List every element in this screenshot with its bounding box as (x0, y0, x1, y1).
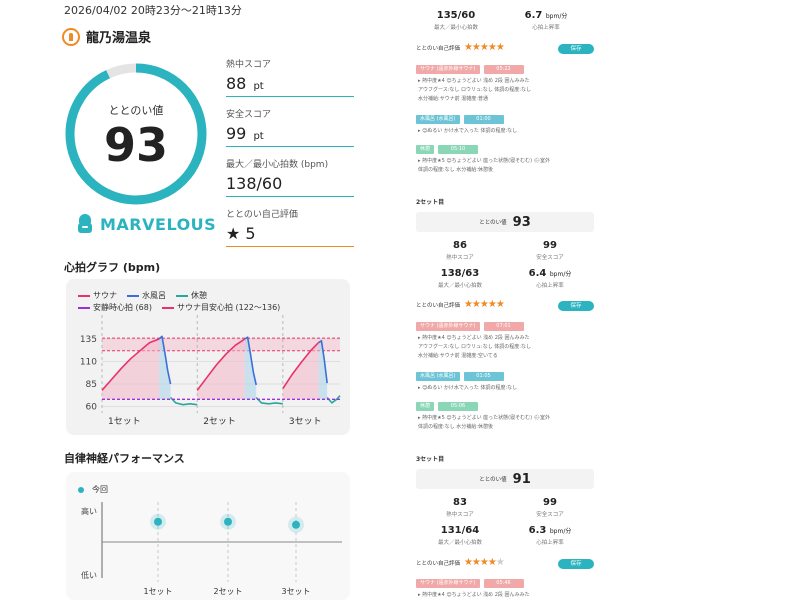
metric-self-rating[interactable]: ととのい自己評価 ★ 5 (226, 207, 354, 247)
location-pin-icon (62, 27, 80, 46)
metric-value: 138/60 (226, 174, 354, 197)
set3-save-button[interactable]: 保存 (558, 559, 594, 569)
star-rating-icon: ★★★★★ (463, 557, 505, 568)
target-band (102, 338, 340, 351)
set2-heat-score: 86 熱中スコア (446, 240, 474, 261)
set1-sauna-tags: ▸ 熱中度★4 😊ちょうどよい 浅め 2段 囲んみみた アウフグース:なし ロウ… (418, 78, 531, 102)
set2-label: 2セット目 (416, 199, 445, 206)
perf-title: 自律神経パフォーマンス (64, 452, 185, 465)
metric-label: ととのい自己評価 (226, 210, 298, 220)
set1-rating: ととのい自己評価 ★★★★★ (416, 42, 505, 53)
set1-phase-sauna[interactable]: サウナ (遠赤外線サウナ) 05:22 (416, 65, 524, 74)
star-rating-icon: ★★★★★ (463, 42, 505, 53)
rank-badge: MARVELOUS (76, 214, 216, 234)
set3-max-min-hr: 131/64 最大／最小心拍数 (437, 525, 482, 546)
metric-label: 安全スコア (226, 110, 272, 120)
set-label: 3セット (289, 416, 322, 427)
set2-totonoi-box: ととのい値 93 (416, 212, 594, 232)
y-tick-label: 135 (80, 335, 97, 345)
rest-line (169, 396, 198, 406)
sauna-hat-icon (76, 214, 94, 234)
set2-phase-water[interactable]: 水風呂 (水風呂) 01:05 (416, 372, 504, 381)
y-tick-label: 85 (86, 380, 97, 390)
category-label: 2セット (213, 587, 242, 596)
set2-rating: ととのい自己評価 ★★★★★ (416, 299, 505, 310)
category-label: 1セット (143, 587, 172, 596)
hr-graph-card: サウナ 水風呂 休憩 安静時心拍 (68) サウナ目安心拍 (122～136) … (66, 279, 350, 435)
perf-point (292, 520, 300, 529)
set3-sauna-tags: ▸ 熱中度★4 😊ちょうどよい 浅め 2段 囲んみみた (418, 592, 530, 598)
set1-phase-rest[interactable]: 休憩 05:10 (416, 145, 479, 154)
metric-value: 99 pt (226, 124, 354, 147)
hr-graph-title: 心拍グラフ (bpm) (64, 261, 161, 274)
metric-value: 88 pt (226, 74, 354, 97)
y-low-label: 低い (81, 570, 97, 580)
set3-safety-score: 99 安全スコア (536, 497, 564, 518)
set1-hr-rise: 6.7 bpm/分 心拍上昇率 (524, 10, 568, 31)
set-label: 1セット (108, 416, 141, 427)
hr-chart: 60 85 110 135 1セット 2セット 3セット (80, 315, 341, 427)
set3-rating: ととのい自己評価 ★★★★★ (416, 557, 505, 568)
set2-sauna-tags: ▸ 熱中度★4 😊ちょうどよい 浅め 2段 囲んみみた アウフグース:なし ロウ… (418, 335, 531, 359)
metric-heat-score: 熱中スコア 88 pt (226, 57, 354, 97)
metric-max-min-hr: 最大／最小心拍数 (bpm) 138/60 (226, 157, 354, 197)
session-datetime: 2026/04/02 20時23分～21時13分 (64, 4, 242, 17)
set3-hr-rise: 6.3 bpm/分 心拍上昇率 (528, 525, 572, 546)
set2-water-tags: ▸ 😊ぬるい かけ水で入った 体調の程度:なし (418, 385, 518, 391)
set2-hr-rise: 6.4 bpm/分 心拍上昇率 (528, 268, 572, 289)
set2-phase-rest[interactable]: 休憩 05:06 (416, 402, 479, 411)
facility-name: 龍乃湯温泉 (86, 31, 152, 46)
set2-rest-tags: ▸ 熱中度★5 😊ちょうどよい 座った状態(寝そむむ) 🌧室外 体調の程度:なし… (418, 415, 550, 430)
facility-row[interactable]: 龍乃湯温泉 (62, 27, 151, 46)
perf-card: 今回 高い 低い 1セット 2セット 3セット (66, 472, 350, 600)
perf-point (154, 517, 162, 526)
set1-rest-tags: ▸ 熱中度★5 😊ちょうどよい 座った状態(寝そむむ) 🌧室外 体調の程度:なし… (418, 158, 550, 173)
set1-water-tags: ▸ 😊ぬるい かけ水で入った 体調の程度:なし (418, 128, 518, 134)
totonoi-gauge: ととのい値 93 (62, 60, 210, 208)
metric-label: 熱中スコア (226, 60, 272, 70)
set1-phase-water[interactable]: 水風呂 (水風呂) 01:00 (416, 115, 504, 124)
y-tick-label: 110 (80, 358, 97, 368)
set2-save-button[interactable]: 保存 (558, 301, 594, 311)
rank-label: MARVELOUS (100, 214, 217, 234)
set3-phase-sauna[interactable]: サウナ (遠赤外線サウナ) 05:46 (416, 579, 524, 588)
set3-totonoi-box: ととのい値 91 (416, 469, 594, 489)
set2-max-min-hr: 138/63 最大／最小心拍数 (437, 268, 482, 289)
set3-heat-score: 83 熱中スコア (446, 497, 474, 518)
set2-safety-score: 99 安全スコア (536, 240, 564, 261)
metric-value: ★ 5 (226, 224, 354, 247)
star-rating-icon: ★★★★★ (463, 299, 505, 310)
metric-label: 最大／最小心拍数 (bpm) (226, 160, 329, 170)
set-detail-list: 135/60 最大／最小心拍数 6.7 bpm/分 心拍上昇率 ととのい自己評価… (412, 0, 596, 600)
set1-save-button[interactable]: 保存 (558, 44, 594, 54)
category-label: 3セット (281, 587, 310, 596)
perf-chart: 高い低い 1セット 2セット 3セット (81, 502, 342, 596)
y-tick-label: 60 (86, 403, 98, 413)
gauge-label: ととのい値 (108, 104, 164, 117)
set3-label: 3セット目 (416, 456, 445, 463)
session-detail-panel: 2026/04/02 20時23分～21時13分 龍乃湯温泉 ととのい値 93 … (0, 0, 400, 600)
set-label: 2セット (203, 416, 236, 427)
perf-point (224, 517, 232, 526)
metric-safety-score: 安全スコア 99 pt (226, 107, 354, 147)
y-high-label: 高い (81, 506, 97, 516)
rest-line (255, 396, 283, 405)
set1-max-min-hr: 135/60 最大／最小心拍数 (433, 10, 478, 31)
set2-phase-sauna[interactable]: サウナ (遠赤外線サウナ) 07:01 (416, 322, 524, 331)
gauge-value: 93 (103, 118, 168, 172)
